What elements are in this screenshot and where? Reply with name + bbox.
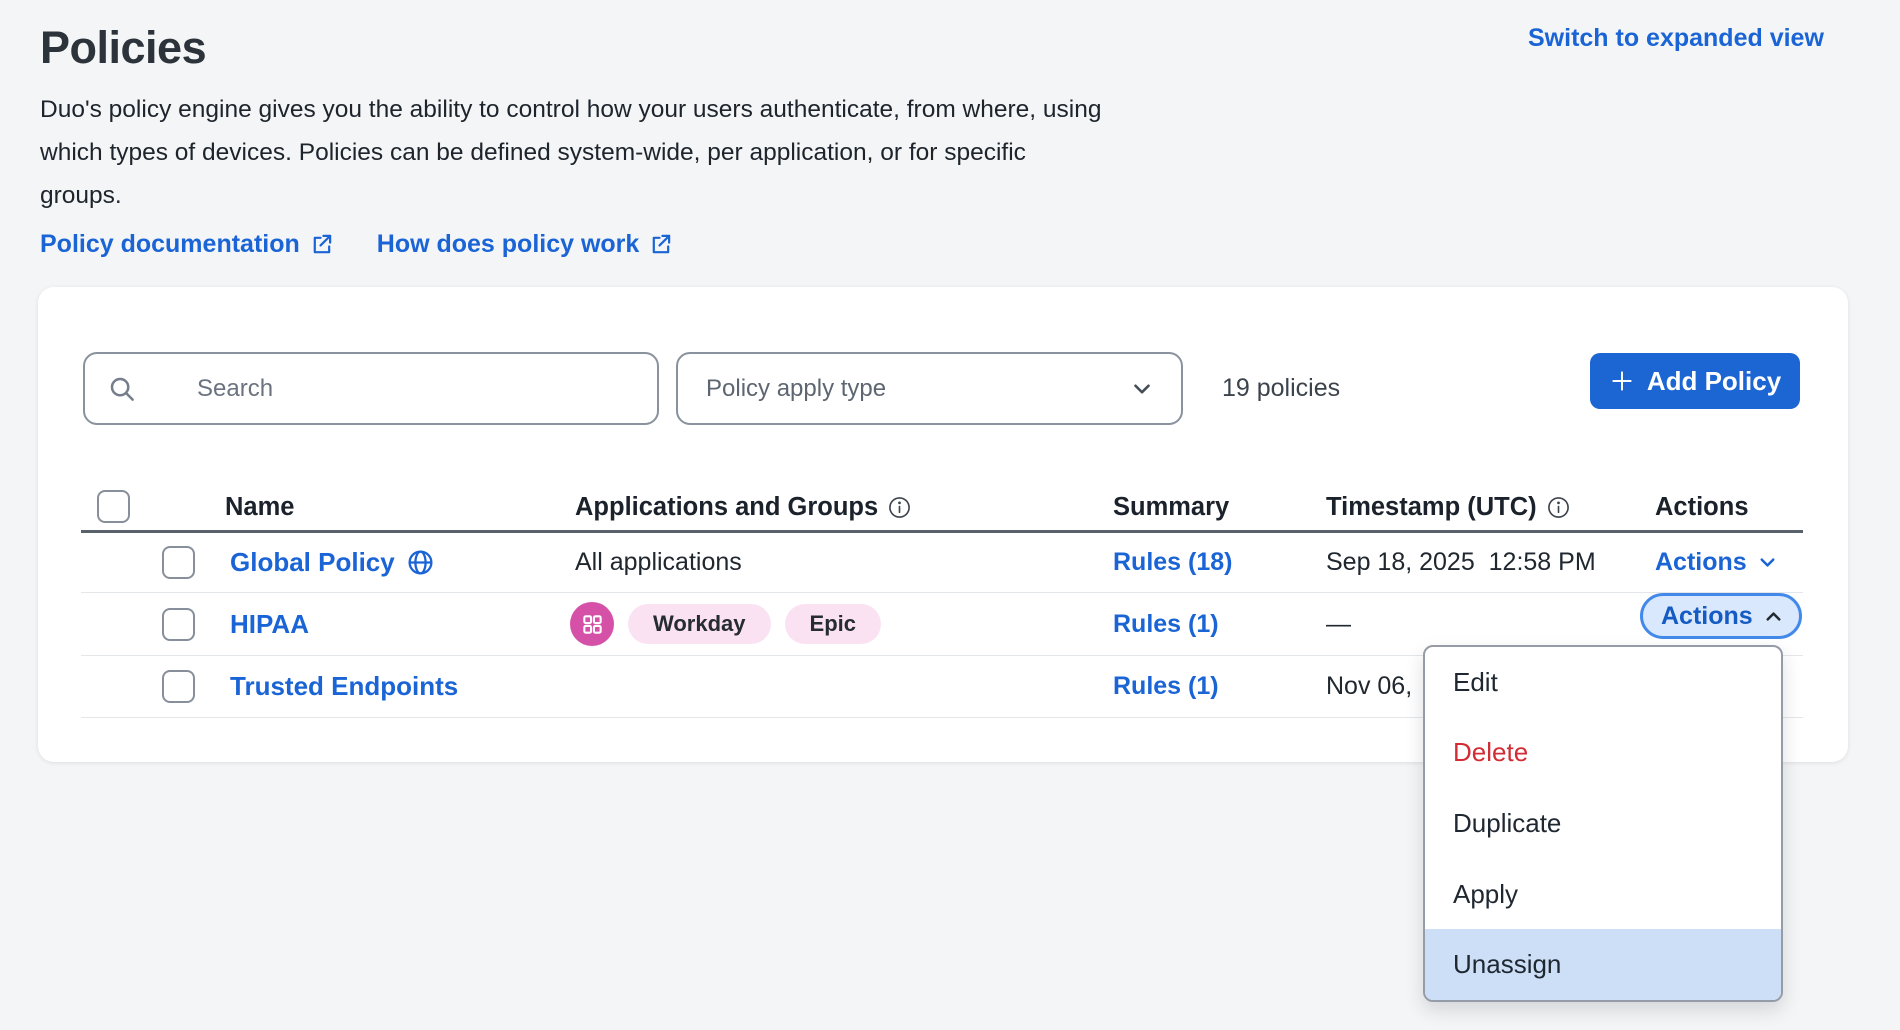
applications-cell: Workday Epic: [570, 602, 881, 646]
policy-name-link[interactable]: Global Policy: [230, 547, 435, 578]
column-header-timestamp: Timestamp (UTC): [1326, 487, 1570, 527]
menu-item-delete[interactable]: Delete: [1425, 718, 1781, 789]
rules-link[interactable]: Rules (18): [1113, 548, 1232, 577]
search-box[interactable]: [83, 352, 659, 425]
timestamp-cell: —: [1326, 610, 1351, 639]
policy-name-link[interactable]: HIPAA: [230, 609, 309, 640]
add-policy-button[interactable]: Add Policy: [1590, 353, 1800, 409]
policy-count: 19 policies: [1222, 352, 1340, 425]
column-header-actions: Actions: [1655, 487, 1749, 527]
switch-expanded-view-link[interactable]: Switch to expanded view: [1528, 24, 1824, 53]
policy-apply-type-select[interactable]: Policy apply type: [676, 352, 1183, 425]
menu-item-edit[interactable]: Edit: [1425, 647, 1781, 718]
info-icon[interactable]: [1547, 496, 1570, 519]
actions-dropdown-button-open[interactable]: Actions: [1640, 593, 1802, 639]
select-all-checkbox[interactable]: [97, 490, 130, 523]
application-pill: Epic: [785, 604, 881, 644]
globe-icon: [406, 548, 435, 577]
description-line: Duo's policy engine gives you the abilit…: [40, 88, 1101, 131]
page-description: Duo's policy engine gives you the abilit…: [40, 88, 1101, 217]
row-checkbox[interactable]: [162, 546, 195, 579]
actions-label: Actions: [1661, 602, 1753, 631]
actions-menu: Edit Delete Duplicate Apply Unassign: [1423, 645, 1783, 1002]
actions-label: Actions: [1655, 548, 1747, 577]
chevron-down-icon: [1129, 376, 1155, 402]
add-policy-label: Add Policy: [1647, 366, 1781, 397]
policy-apply-type-value: Policy apply type: [706, 375, 886, 403]
table-row: Global Policy All applications Rules (18…: [38, 533, 1848, 592]
description-line: groups.: [40, 174, 1101, 217]
search-input[interactable]: [195, 374, 579, 404]
external-link-icon: [649, 233, 672, 256]
app-group-grid-icon: [581, 613, 604, 636]
application-pill: Workday: [628, 604, 771, 644]
policy-documentation-link[interactable]: Policy documentation: [40, 230, 333, 259]
app-group-badge: [570, 602, 614, 646]
chevron-up-icon: [1762, 605, 1785, 628]
plus-icon: [1609, 368, 1635, 394]
external-link-icon: [310, 233, 333, 256]
search-icon: [107, 374, 137, 404]
policy-name-link[interactable]: Trusted Endpoints: [230, 671, 458, 702]
rules-link[interactable]: Rules (1): [1113, 610, 1219, 639]
column-header-summary: Summary: [1113, 487, 1229, 527]
menu-item-unassign[interactable]: Unassign: [1425, 929, 1781, 1000]
column-header-applications: Applications and Groups: [575, 487, 911, 527]
chevron-down-icon: [1756, 551, 1779, 574]
menu-item-duplicate[interactable]: Duplicate: [1425, 788, 1781, 859]
timestamp-cell: Sep 18, 2025 12:58 PM: [1326, 548, 1596, 577]
row-checkbox[interactable]: [162, 608, 195, 641]
actions-dropdown-button[interactable]: Actions: [1655, 548, 1779, 577]
timestamp-cell: Nov 06,: [1326, 672, 1412, 701]
column-header-name: Name: [225, 487, 294, 527]
rules-link[interactable]: Rules (1): [1113, 672, 1219, 701]
policy-name-label: Global Policy: [230, 547, 395, 578]
how-policy-works-label: How does policy work: [377, 230, 640, 259]
page-title: Policies: [40, 22, 206, 74]
column-header-applications-label: Applications and Groups: [575, 493, 878, 522]
doc-links-row: Policy documentation How does policy wor…: [40, 230, 672, 259]
policy-documentation-label: Policy documentation: [40, 230, 300, 259]
row-checkbox[interactable]: [162, 670, 195, 703]
info-icon[interactable]: [888, 496, 911, 519]
applications-cell: All applications: [575, 548, 742, 577]
how-policy-works-link[interactable]: How does policy work: [377, 230, 673, 259]
description-line: which types of devices. Policies can be …: [40, 131, 1101, 174]
column-header-timestamp-label: Timestamp (UTC): [1326, 493, 1537, 522]
menu-item-apply[interactable]: Apply: [1425, 859, 1781, 930]
